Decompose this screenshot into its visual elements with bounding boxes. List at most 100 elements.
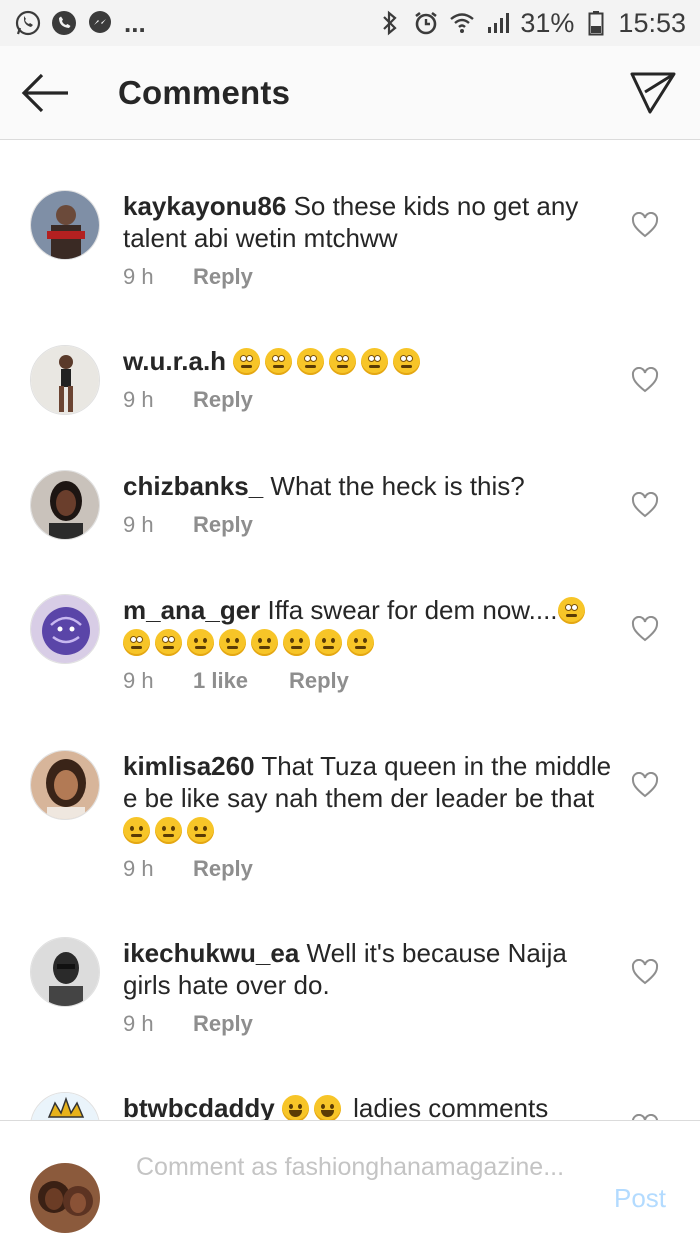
smirk-emoji: [219, 629, 246, 656]
comment-username[interactable]: btwbcdaddy: [123, 1093, 275, 1120]
top-bar: Comments: [0, 46, 700, 140]
eye-roll-emoji: [233, 348, 261, 375]
comment-input[interactable]: [136, 1151, 566, 1227]
like-count[interactable]: 1 like: [193, 668, 289, 694]
comment-time: 9 h: [123, 856, 154, 881]
reply-button[interactable]: Reply: [289, 668, 349, 694]
joy-emoji: [313, 1095, 341, 1120]
phone-icon: [50, 9, 78, 37]
comment-emojis: [281, 1093, 346, 1120]
comment-meta: 9 h 1 like Reply: [123, 668, 613, 694]
send-icon: [630, 72, 676, 114]
unamused-emoji: [283, 629, 310, 656]
comment-meta: 9 h Reply: [123, 387, 613, 413]
comment-username[interactable]: ikechukwu_ea: [123, 938, 299, 968]
comment-emojis: [233, 346, 425, 376]
comment-time: 9 h: [123, 512, 154, 537]
eye-roll-emoji: [297, 348, 325, 375]
my-avatar: [30, 1163, 100, 1233]
smirk-emoji: [251, 629, 278, 656]
comment-meta: 9 h Reply: [123, 856, 613, 882]
back-button[interactable]: [20, 70, 72, 116]
status-right-icons: 31% 15:53: [376, 8, 686, 39]
notification-dots: ...: [124, 8, 146, 38]
comment-body: w.u.r.a.h 9 h Reply: [123, 345, 613, 413]
comment-body: ikechukwu_ea Well it's because Naija gir…: [123, 937, 613, 1037]
reply-button[interactable]: Reply: [193, 264, 253, 290]
avatar[interactable]: [30, 750, 100, 820]
heart-icon: [631, 366, 659, 393]
confused-emoji: [123, 817, 150, 844]
comment-username[interactable]: m_ana_ger: [123, 595, 260, 625]
comment-text: kaykayonu86 So these kids no get any tal…: [123, 190, 613, 254]
comment-meta: 9 h Reply: [123, 1011, 613, 1037]
share-button[interactable]: [628, 68, 678, 118]
unamused-emoji: [347, 629, 374, 656]
avatar[interactable]: [30, 1092, 100, 1120]
signal-icon: [484, 9, 512, 37]
like-button[interactable]: [631, 491, 659, 518]
bluetooth-icon: [376, 9, 404, 37]
battery-percent: 31%: [520, 7, 575, 38]
alarm-icon: [412, 9, 440, 37]
avatar[interactable]: [30, 594, 100, 664]
comment-username[interactable]: kaykayonu86: [123, 191, 286, 221]
heart-icon: [631, 211, 659, 238]
comment-composer: Post: [0, 1120, 700, 1244]
reply-button[interactable]: Reply: [193, 512, 253, 538]
like-button[interactable]: [631, 771, 659, 798]
avatar[interactable]: [30, 345, 100, 415]
comment-text: w.u.r.a.h: [123, 345, 613, 377]
comment-text: chizbanks_ What the heck is this?: [123, 470, 613, 502]
comment-meta: 9 h Reply: [123, 264, 613, 290]
page-title: Comments: [118, 74, 291, 111]
confused-emoji: [155, 817, 182, 844]
reply-button[interactable]: Reply: [193, 856, 253, 882]
eye-roll-emoji: [329, 348, 357, 375]
avatar[interactable]: [30, 470, 100, 540]
battery-icon: [582, 9, 610, 37]
eye-roll-emoji: [155, 629, 182, 656]
comment-message: ladies comments: [353, 1093, 549, 1120]
avatar[interactable]: [30, 937, 100, 1007]
like-button[interactable]: [631, 615, 659, 642]
comment-username[interactable]: w.u.r.a.h: [123, 346, 226, 376]
comment-body: chizbanks_ What the heck is this? 9 h Re…: [123, 470, 613, 538]
comment-body: m_ana_ger Iffa swear for dem now.... 9 h…: [123, 594, 613, 694]
comment-time: 9 h: [123, 1011, 154, 1036]
arrow-left-icon: [21, 73, 68, 113]
comment-meta: 9 h Reply: [123, 512, 613, 538]
confused-emoji: [187, 817, 214, 844]
like-button[interactable]: [631, 958, 659, 985]
avatar[interactable]: [30, 190, 100, 260]
comment-text: btwbcdaddy ladies comments: [123, 1092, 613, 1120]
comment-username[interactable]: chizbanks_: [123, 471, 263, 501]
heart-icon: [631, 958, 659, 985]
status-bar: ... 31% 15:53: [0, 0, 700, 46]
like-button[interactable]: [631, 211, 659, 238]
status-left-icons: ...: [14, 9, 146, 37]
eye-roll-emoji: [123, 629, 150, 656]
post-button[interactable]: Post: [614, 1183, 666, 1214]
eye-roll-emoji: [557, 597, 585, 624]
wifi-icon: [448, 9, 476, 37]
eye-roll-emoji: [393, 348, 421, 375]
comment-time: 9 h: [123, 668, 154, 693]
eye-roll-emoji: [361, 348, 389, 375]
comment-time: 9 h: [123, 387, 154, 412]
heart-icon: [631, 615, 659, 642]
messenger-icon: [86, 9, 114, 37]
comment-text: m_ana_ger Iffa swear for dem now....: [123, 594, 613, 658]
comment-body: kimlisa260 That Tuza queen in the middle…: [123, 750, 613, 882]
comment-list: kaykayonu86 So these kids no get any tal…: [0, 140, 700, 1120]
like-button[interactable]: [631, 366, 659, 393]
smirk-emoji: [187, 629, 214, 656]
comment-message: What the heck is this?: [270, 471, 525, 501]
reply-button[interactable]: Reply: [193, 387, 253, 413]
comment-emojis: [123, 815, 219, 845]
comment-username[interactable]: kimlisa260: [123, 751, 255, 781]
reply-button[interactable]: Reply: [193, 1011, 253, 1037]
whatsapp-icon: [14, 9, 42, 37]
unamused-emoji: [315, 629, 342, 656]
status-time: 15:53: [618, 7, 686, 38]
